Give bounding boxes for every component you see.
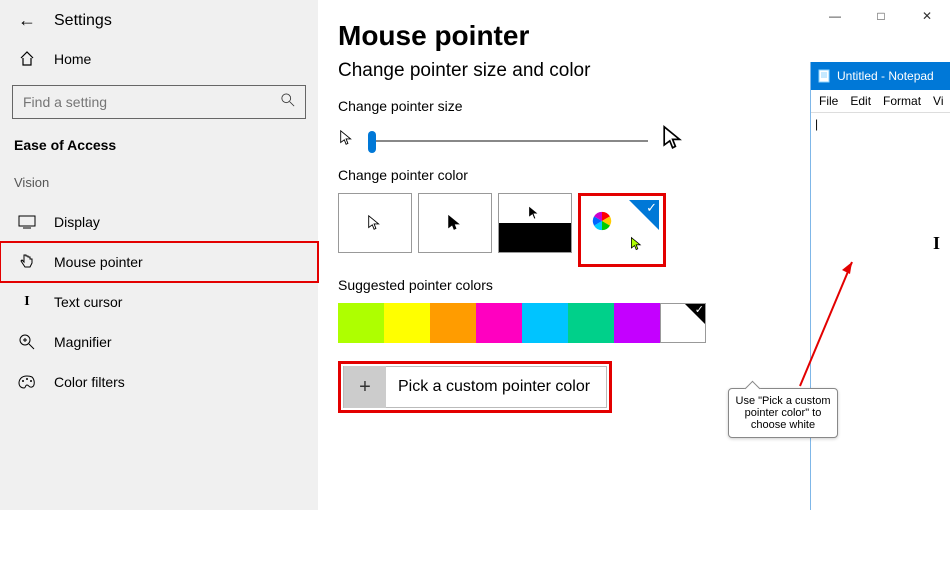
color-swatch[interactable]	[384, 303, 430, 343]
back-arrow-icon[interactable]: ←	[18, 10, 36, 31]
search-icon	[281, 93, 295, 112]
custom-color-highlight: + Pick a custom pointer color	[338, 361, 612, 413]
pointer-color-label: Change pointer color	[338, 167, 778, 183]
annotation-arrow	[780, 256, 860, 396]
main-content: Mouse pointer Change pointer size and co…	[338, 20, 778, 413]
display-icon	[18, 215, 36, 229]
color-swatch[interactable]	[338, 303, 384, 343]
sidebar-item-label: Mouse pointer	[54, 254, 143, 270]
color-swatch[interactable]: ✓	[660, 303, 706, 343]
custom-color-label: Pick a custom pointer color	[398, 378, 590, 396]
pointer-size-label: Change pointer size	[338, 98, 778, 114]
sidebar-item-display[interactable]: Display	[0, 202, 318, 242]
pointer-style-inverted[interactable]	[498, 193, 572, 253]
section-head: Ease of Access	[0, 137, 318, 175]
notepad-title: Untitled - Notepad	[837, 69, 934, 83]
large-cursor-icon	[660, 124, 688, 157]
annotation-callout: Use "Pick a custom pointer color" to cho…	[728, 388, 838, 438]
pointer-style-white[interactable]	[338, 193, 412, 253]
color-swatch[interactable]	[476, 303, 522, 343]
search-input[interactable]	[23, 94, 241, 110]
color-swatch[interactable]	[614, 303, 660, 343]
suggested-colors-row: ✓	[338, 303, 778, 343]
caret: |	[815, 117, 818, 131]
suggested-colors-label: Suggested pointer colors	[338, 277, 778, 293]
sidebar-item-label: Display	[54, 214, 100, 230]
pointer-style-custom-selected: ✓	[578, 193, 666, 267]
text-cursor-icon: I	[18, 294, 36, 310]
sidebar-item-magnifier[interactable]: Magnifier	[0, 322, 318, 362]
cursor-icon	[629, 236, 645, 252]
pointer-hand-icon	[18, 254, 36, 270]
sidebar-item-color-filters[interactable]: Color filters	[0, 362, 318, 402]
color-swatch[interactable]	[568, 303, 614, 343]
ibeam-cursor-icon: I	[933, 233, 940, 254]
check-icon: ✓	[646, 200, 657, 216]
notepad-menu-item[interactable]: Edit	[850, 94, 871, 108]
settings-sidebar: ← Settings Home Ease of Access Vision Di…	[0, 0, 318, 510]
small-cursor-icon	[338, 129, 356, 152]
sidebar-item-text-cursor[interactable]: I Text cursor	[0, 282, 318, 322]
notepad-icon	[817, 69, 831, 83]
notepad-menu-item[interactable]: File	[819, 94, 838, 108]
color-swatch[interactable]	[522, 303, 568, 343]
pointer-style-black[interactable]	[418, 193, 492, 253]
search-input-wrap[interactable]	[12, 85, 306, 119]
home-label: Home	[54, 51, 91, 67]
slider-thumb[interactable]	[368, 131, 376, 153]
color-swatch[interactable]	[430, 303, 476, 343]
pointer-style-custom[interactable]: ✓	[585, 200, 659, 260]
notepad-titlebar[interactable]: Untitled - Notepad	[811, 62, 950, 90]
sidebar-item-label: Color filters	[54, 374, 125, 390]
home-icon	[18, 51, 36, 67]
magnifier-icon	[18, 334, 36, 350]
page-title: Mouse pointer	[338, 20, 778, 52]
maximize-button[interactable]: □	[858, 0, 904, 32]
notepad-menu-item[interactable]: Format	[883, 94, 921, 108]
sidebar-home[interactable]: Home	[0, 39, 318, 79]
pointer-size-slider[interactable]	[368, 140, 648, 142]
pick-custom-color-button[interactable]: + Pick a custom pointer color	[343, 366, 607, 408]
close-button[interactable]: ✕	[904, 0, 950, 32]
plus-icon: +	[344, 366, 386, 408]
notepad-menu: File Edit Format Vi	[811, 90, 950, 113]
section-group-label: Vision	[0, 175, 318, 202]
palette-icon	[18, 375, 36, 389]
sidebar-item-label: Magnifier	[54, 334, 112, 350]
notepad-menu-item[interactable]: Vi	[933, 94, 943, 108]
color-wheel-icon	[591, 210, 613, 232]
minimize-button[interactable]: ―	[812, 0, 858, 32]
page-subtitle: Change pointer size and color	[338, 60, 778, 82]
sidebar-item-label: Text cursor	[54, 294, 122, 310]
sidebar-item-mouse-pointer[interactable]: Mouse pointer	[0, 242, 318, 282]
app-title: Settings	[54, 12, 112, 30]
